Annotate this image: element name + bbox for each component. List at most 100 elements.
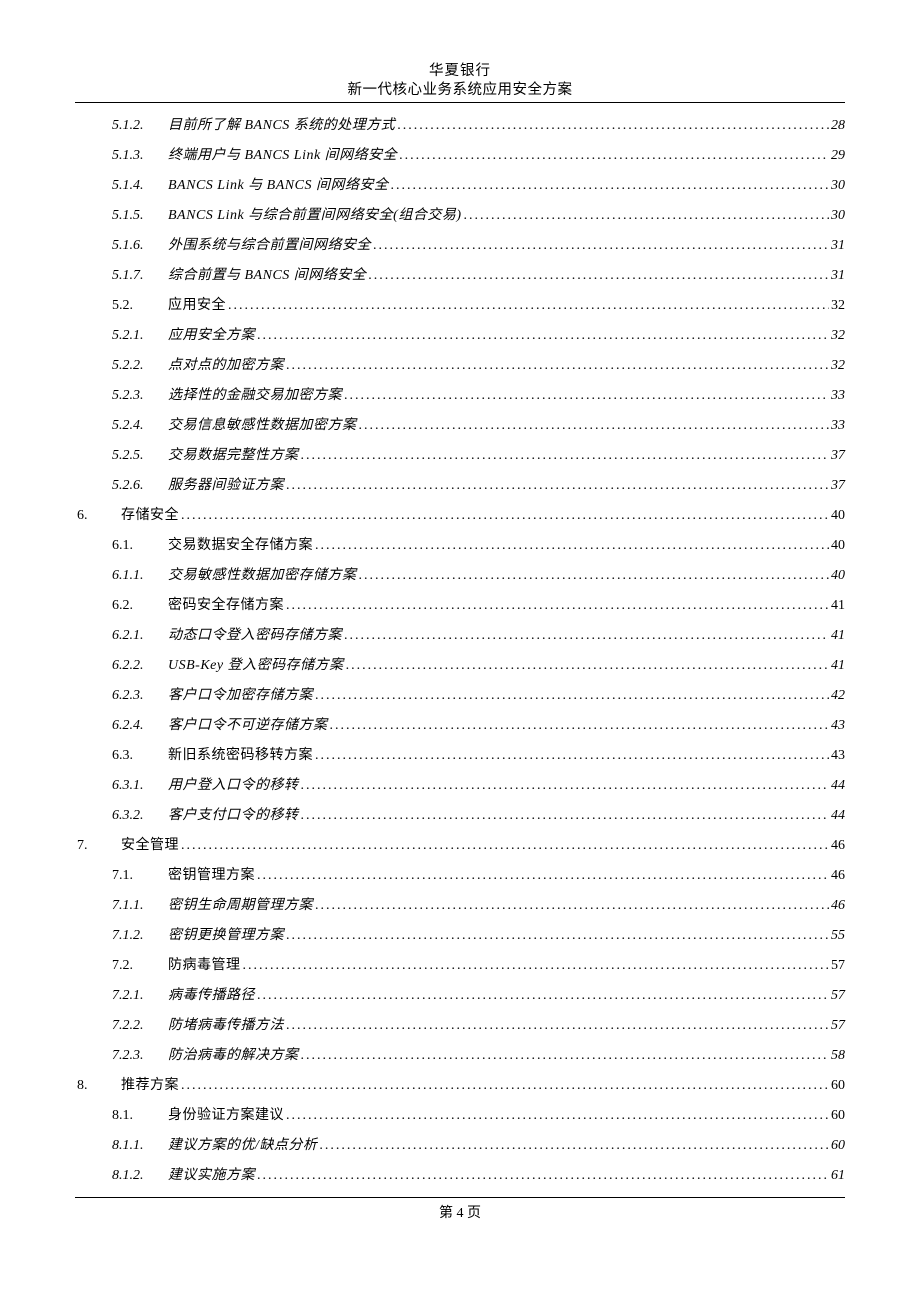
toc-leader-dots bbox=[257, 321, 829, 351]
toc-leader-dots bbox=[286, 591, 829, 621]
toc-leader-dots bbox=[368, 261, 829, 291]
toc-entry[interactable]: 7.1.2.密钥更换管理方案55 bbox=[75, 921, 845, 951]
toc-number: 7.2.1. bbox=[112, 981, 168, 1011]
toc-number: 6.2.1. bbox=[112, 621, 168, 651]
toc-entry[interactable]: 6.2.1.动态口令登入密码存储方案41 bbox=[75, 621, 845, 651]
toc-number: 7.2.2. bbox=[112, 1011, 168, 1041]
toc-leader-dots bbox=[359, 411, 830, 441]
toc-page-number: 60 bbox=[831, 1101, 845, 1131]
toc-leader-dots bbox=[257, 861, 829, 891]
toc-entry[interactable]: 7.安全管理46 bbox=[75, 831, 845, 861]
toc-title: 综合前置与 BANCS 间网络安全 bbox=[168, 261, 366, 291]
toc-entry[interactable]: 6.3.2.客户支付口令的移转44 bbox=[75, 801, 845, 831]
toc-entry[interactable]: 5.2.6.服务器间验证方案37 bbox=[75, 471, 845, 501]
toc-number: 6.2.3. bbox=[112, 681, 168, 711]
toc-entry[interactable]: 5.2.5.交易数据完整性方案37 bbox=[75, 441, 845, 471]
toc-entry[interactable]: 5.1.7.综合前置与 BANCS 间网络安全31 bbox=[75, 261, 845, 291]
toc-entry[interactable]: 5.2.2.点对点的加密方案32 bbox=[75, 351, 845, 381]
toc-entry[interactable]: 6.3.新旧系统密码移转方案43 bbox=[75, 741, 845, 771]
toc-page-number: 33 bbox=[831, 381, 845, 411]
toc-page-number: 46 bbox=[831, 861, 845, 891]
toc-title: 服务器间验证方案 bbox=[168, 471, 284, 501]
toc-page-number: 31 bbox=[831, 231, 845, 261]
toc-entry[interactable]: 7.2.1.病毒传播路径57 bbox=[75, 981, 845, 1011]
toc-number: 7.1. bbox=[112, 861, 168, 891]
toc-leader-dots bbox=[397, 111, 829, 141]
toc-leader-dots bbox=[243, 951, 830, 981]
toc-number: 5.1.6. bbox=[112, 231, 168, 261]
toc-entry[interactable]: 8.推荐方案60 bbox=[75, 1071, 845, 1101]
toc-number: 7.1.1. bbox=[112, 891, 168, 921]
toc-number: 6. bbox=[77, 501, 121, 531]
toc-page-number: 46 bbox=[831, 891, 845, 921]
toc-entry[interactable]: 5.1.3.终端用户与 BANCS Link 间网络安全29 bbox=[75, 141, 845, 171]
toc-page-number: 30 bbox=[831, 201, 845, 231]
toc-title: 病毒传播路径 bbox=[168, 981, 255, 1011]
toc-entry[interactable]: 5.1.4.BANCS Link 与 BANCS 间网络安全30 bbox=[75, 171, 845, 201]
toc-number: 5.2.3. bbox=[112, 381, 168, 411]
toc-page-number: 28 bbox=[831, 111, 845, 141]
toc-entry[interactable]: 5.1.5.BANCS Link 与综合前置间网络安全(组合交易)30 bbox=[75, 201, 845, 231]
toc-entry[interactable]: 5.1.2.目前所了解 BANCS 系统的处理方式28 bbox=[75, 111, 845, 141]
toc-page-number: 32 bbox=[831, 351, 845, 381]
toc-entry[interactable]: 6.2.4.客户口令不可逆存储方案43 bbox=[75, 711, 845, 741]
toc-leader-dots bbox=[373, 231, 829, 261]
toc-page-number: 57 bbox=[831, 951, 845, 981]
toc-page-number: 58 bbox=[831, 1041, 845, 1071]
toc-title: 目前所了解 BANCS 系统的处理方式 bbox=[168, 111, 395, 141]
page-header: 华夏银行 新一代核心业务系统应用安全方案 bbox=[75, 62, 845, 103]
toc-leader-dots bbox=[286, 921, 829, 951]
toc-entry[interactable]: 8.1.1.建议方案的优/缺点分析60 bbox=[75, 1131, 845, 1161]
toc-entry[interactable]: 6.1.1.交易敏感性数据加密存储方案40 bbox=[75, 561, 845, 591]
toc-title: 防病毒管理 bbox=[168, 951, 241, 981]
toc-number: 6.3. bbox=[112, 741, 168, 771]
toc-title: 密钥生命周期管理方案 bbox=[168, 891, 313, 921]
toc-entry[interactable]: 5.2.3.选择性的金融交易加密方案33 bbox=[75, 381, 845, 411]
toc-entry[interactable]: 7.2.3.防治病毒的解决方案58 bbox=[75, 1041, 845, 1071]
toc-entry[interactable]: 8.1.2.建议实施方案61 bbox=[75, 1161, 845, 1191]
toc-entry[interactable]: 8.1.身份验证方案建议60 bbox=[75, 1101, 845, 1131]
toc-number: 7. bbox=[77, 831, 121, 861]
toc-entry[interactable]: 7.1.1.密钥生命周期管理方案 46 bbox=[75, 891, 845, 921]
toc-title: 外围系统与综合前置间网络安全 bbox=[168, 231, 371, 261]
document-page: 华夏银行 新一代核心业务系统应用安全方案 5.1.2.目前所了解 BANCS 系… bbox=[0, 0, 920, 1302]
toc-leader-dots bbox=[181, 1071, 829, 1101]
toc-entry[interactable]: 5.1.6.外围系统与综合前置间网络安全 31 bbox=[75, 231, 845, 261]
toc-leader-dots bbox=[301, 1041, 830, 1071]
toc-entry[interactable]: 6.2.3.客户口令加密存储方案42 bbox=[75, 681, 845, 711]
toc-leader-dots bbox=[319, 1131, 829, 1161]
toc-number: 6.2. bbox=[112, 591, 168, 621]
toc-entry[interactable]: 5.2.4.交易信息敏感性数据加密方案33 bbox=[75, 411, 845, 441]
toc-leader-dots bbox=[359, 561, 830, 591]
toc-number: 5.2.5. bbox=[112, 441, 168, 471]
toc-page-number: 40 bbox=[831, 501, 845, 531]
toc-entry[interactable]: 7.1.密钥管理方案46 bbox=[75, 861, 845, 891]
toc-title: 客户支付口令的移转 bbox=[168, 801, 299, 831]
toc-page-number: 41 bbox=[831, 591, 845, 621]
toc-title: 应用安全方案 bbox=[168, 321, 255, 351]
toc-number: 7.2.3. bbox=[112, 1041, 168, 1071]
toc-entry[interactable]: 6.2.密码安全存储方案41 bbox=[75, 591, 845, 621]
toc-leader-dots bbox=[346, 651, 829, 681]
toc-title: 推荐方案 bbox=[121, 1071, 179, 1101]
toc-title: 交易信息敏感性数据加密方案 bbox=[168, 411, 357, 441]
toc-title: 点对点的加密方案 bbox=[168, 351, 284, 381]
toc-entry[interactable]: 6.3.1.用户登入口令的移转44 bbox=[75, 771, 845, 801]
toc-page-number: 43 bbox=[831, 711, 845, 741]
toc-title: 终端用户与 BANCS Link 间网络安全 bbox=[168, 141, 397, 171]
toc-title: 安全管理 bbox=[121, 831, 179, 861]
toc-title: 新旧系统密码移转方案 bbox=[168, 741, 313, 771]
toc-number: 7.1.2. bbox=[112, 921, 168, 951]
toc-entry[interactable]: 5.2.应用安全32 bbox=[75, 291, 845, 321]
toc-page-number: 31 bbox=[831, 261, 845, 291]
toc-entry[interactable]: 6.存储安全40 bbox=[75, 501, 845, 531]
toc-entry[interactable]: 7.2.防病毒管理57 bbox=[75, 951, 845, 981]
toc-entry[interactable]: 5.2.1.应用安全方案32 bbox=[75, 321, 845, 351]
toc-entry[interactable]: 6.2.2.USB-Key 登入密码存储方案41 bbox=[75, 651, 845, 681]
toc-title: 应用安全 bbox=[168, 291, 226, 321]
toc-entry[interactable]: 7.2.2.防堵病毒传播方法57 bbox=[75, 1011, 845, 1041]
toc-number: 5.2.6. bbox=[112, 471, 168, 501]
toc-page-number: 60 bbox=[831, 1131, 845, 1161]
toc-page-number: 41 bbox=[831, 651, 845, 681]
toc-entry[interactable]: 6.1.交易数据安全存储方案40 bbox=[75, 531, 845, 561]
